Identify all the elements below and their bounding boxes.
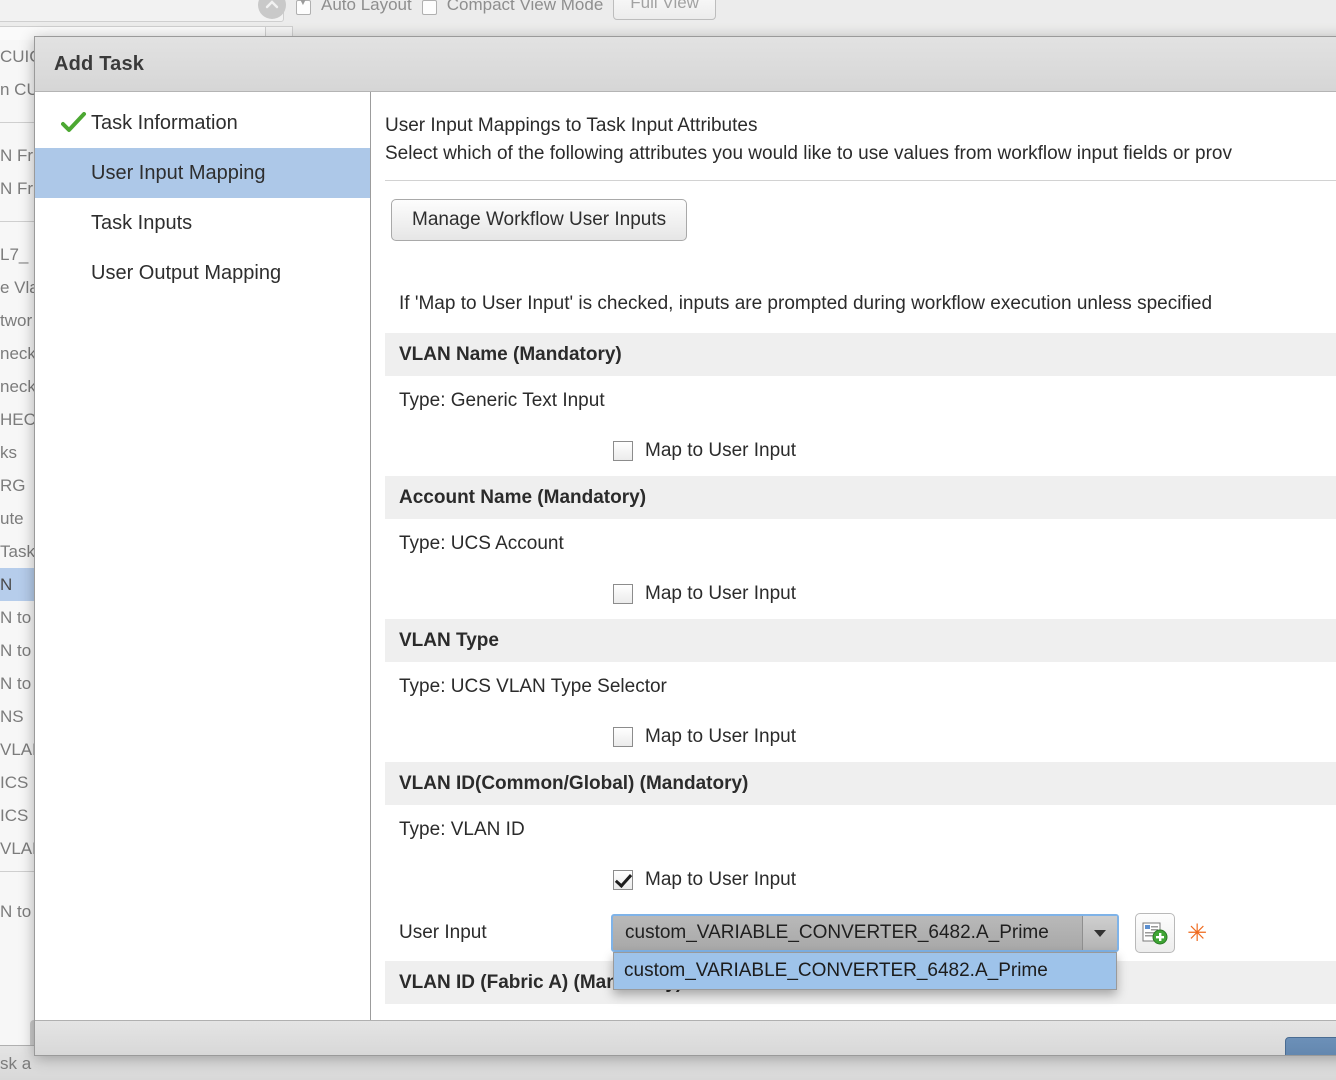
list-item[interactable]: RG — [0, 469, 38, 502]
background-search-panel — [0, 0, 284, 22]
compact-view-mode-checkbox[interactable] — [421, 0, 437, 15]
map-to-user-input-hint: If 'Map to User Input' is checked, input… — [399, 293, 1213, 314]
list-item[interactable]: NS — [0, 700, 38, 733]
dialog-content: User Input Mappings to Task Input Attrib… — [371, 92, 1336, 1055]
map-to-user-input-checkbox[interactable] — [613, 727, 633, 747]
manage-workflow-user-inputs-button[interactable]: Manage Workflow User Inputs — [391, 199, 688, 241]
user-input-select-value: custom_VARIABLE_CONVERTER_6482.A_Prime — [625, 922, 1049, 943]
dialog-title-bar: Add Task — [35, 37, 1336, 92]
user-input-select-wrapper: custom_VARIABLE_CONVERTER_6482.A_Primecu… — [611, 914, 1119, 990]
full-view-button[interactable]: Full View — [613, 0, 716, 20]
heading-divider — [385, 180, 1336, 181]
content-heading: User Input Mappings to Task Input Attrib… — [385, 115, 758, 136]
user-input-row: User Input custom_VARIABLE_CONVERTER_6482… — [385, 905, 1336, 990]
nav-item-label: Task Information — [91, 111, 238, 134]
attribute-list: VLAN Name (Mandatory) Type: Generic Text … — [385, 333, 1336, 1004]
dialog-bottom-bar — [35, 1020, 1336, 1055]
list-item[interactable]: L7_ — [0, 238, 38, 271]
auto-layout-checkbox[interactable] — [296, 0, 311, 15]
list-item[interactable]: N — [0, 568, 38, 601]
list-item[interactable]: N to — [0, 601, 38, 634]
attribute-section-header: Account Name (Mandatory) — [385, 476, 1336, 519]
list-item[interactable]: e Vla — [0, 271, 38, 304]
list-item[interactable]: ICS — [0, 766, 38, 799]
map-to-user-input-row: Map to User Input — [385, 426, 1336, 476]
check-icon — [61, 112, 91, 134]
list-item[interactable]: N to — [0, 895, 38, 928]
user-input-select[interactable]: custom_VARIABLE_CONVERTER_6482.A_Prime — [611, 914, 1119, 952]
nav-item-task-information[interactable]: Task Information — [35, 98, 370, 148]
attribute-type-label: Type: Generic Text Input — [399, 390, 605, 411]
map-to-user-input-checkbox[interactable] — [613, 441, 633, 461]
list-item[interactable]: HEC — [0, 403, 38, 436]
map-to-user-input-label: Map to User Input — [645, 726, 797, 747]
nav-item-label: User Output Mapping — [91, 261, 282, 284]
list-item[interactable]: VLAN — [0, 733, 38, 766]
list-item[interactable]: N to — [0, 667, 38, 700]
background-status-text: sk a — [0, 1054, 32, 1073]
map-to-user-input-checkbox[interactable] — [613, 870, 633, 890]
attribute-section-header: VLAN Name (Mandatory) — [385, 333, 1336, 376]
list-item[interactable]: CUIC — [0, 40, 38, 73]
content-subheading: Select which of the following attributes… — [385, 143, 1232, 164]
compact-view-mode-label: Compact View Mode — [446, 0, 604, 14]
map-to-user-input-label: Map to User Input — [645, 583, 797, 604]
map-to-user-input-label: Map to User Input — [645, 869, 797, 890]
add-user-input-icon[interactable] — [1135, 913, 1175, 953]
content-heading-block: User Input Mappings to Task Input Attrib… — [385, 92, 1336, 168]
list-item[interactable]: N Fr — [0, 139, 38, 172]
list-item[interactable]: n CU — [0, 73, 38, 106]
background-list-separator — [0, 871, 38, 872]
attribute-section-header: VLAN ID(Common/Global) (Mandatory) — [385, 762, 1336, 805]
nav-item-label: Task Inputs — [91, 211, 193, 234]
list-item[interactable]: Task — [0, 535, 38, 568]
user-input-label: User Input — [399, 922, 487, 943]
add-task-dialog: Add Task Task Information User Input Mapp… — [34, 36, 1336, 1056]
dialog-nav: Task Information User Input Mapping Task I… — [35, 92, 371, 1055]
nav-item-user-output-mapping[interactable]: User Output Mapping — [35, 248, 370, 298]
map-to-user-input-checkbox[interactable] — [613, 584, 633, 604]
nav-item-user-input-mapping[interactable]: User Input Mapping — [35, 148, 370, 198]
map-to-user-input-row: Map to User Input — [385, 712, 1336, 762]
select-option[interactable]: custom_VARIABLE_CONVERTER_6482.A_Prime — [614, 953, 1116, 989]
list-item[interactable]: ICS — [0, 799, 38, 832]
list-item[interactable]: ute — [0, 502, 38, 535]
dialog-title: Add Task — [54, 52, 145, 75]
map-to-user-input-row: Map to User Input — [385, 855, 1336, 905]
list-item[interactable]: twor — [0, 304, 38, 337]
auto-layout-label: Auto Layout — [321, 0, 412, 14]
attribute-section-header: VLAN Type — [385, 619, 1336, 662]
nav-item-label: User Input Mapping — [91, 161, 266, 184]
list-item[interactable]: ks — [0, 436, 38, 469]
list-item[interactable]: VLAN — [0, 832, 38, 865]
list-item[interactable]: neck — [0, 337, 38, 370]
dialog-primary-button[interactable] — [1285, 1037, 1336, 1055]
list-item[interactable]: neck — [0, 370, 38, 403]
user-input-select-menu: custom_VARIABLE_CONVERTER_6482.A_Prime — [613, 952, 1117, 990]
nav-item-task-inputs[interactable]: Task Inputs — [35, 198, 370, 248]
list-item[interactable]: N Fr — [0, 172, 38, 205]
background-list-separator — [0, 221, 38, 222]
required-asterisk-icon: ✳ — [1187, 919, 1208, 947]
attribute-type-label: Type: UCS Account — [399, 533, 564, 554]
list-item[interactable]: N to — [0, 634, 38, 667]
chevron-down-icon[interactable] — [1082, 916, 1117, 950]
map-to-user-input-row: Map to User Input — [385, 569, 1336, 619]
map-to-user-input-label: Map to User Input — [645, 440, 797, 461]
attribute-type-label: Type: VLAN ID — [399, 819, 525, 840]
attribute-type-label: Type: UCS VLAN Type Selector — [399, 676, 667, 697]
background-list-separator — [0, 122, 38, 123]
